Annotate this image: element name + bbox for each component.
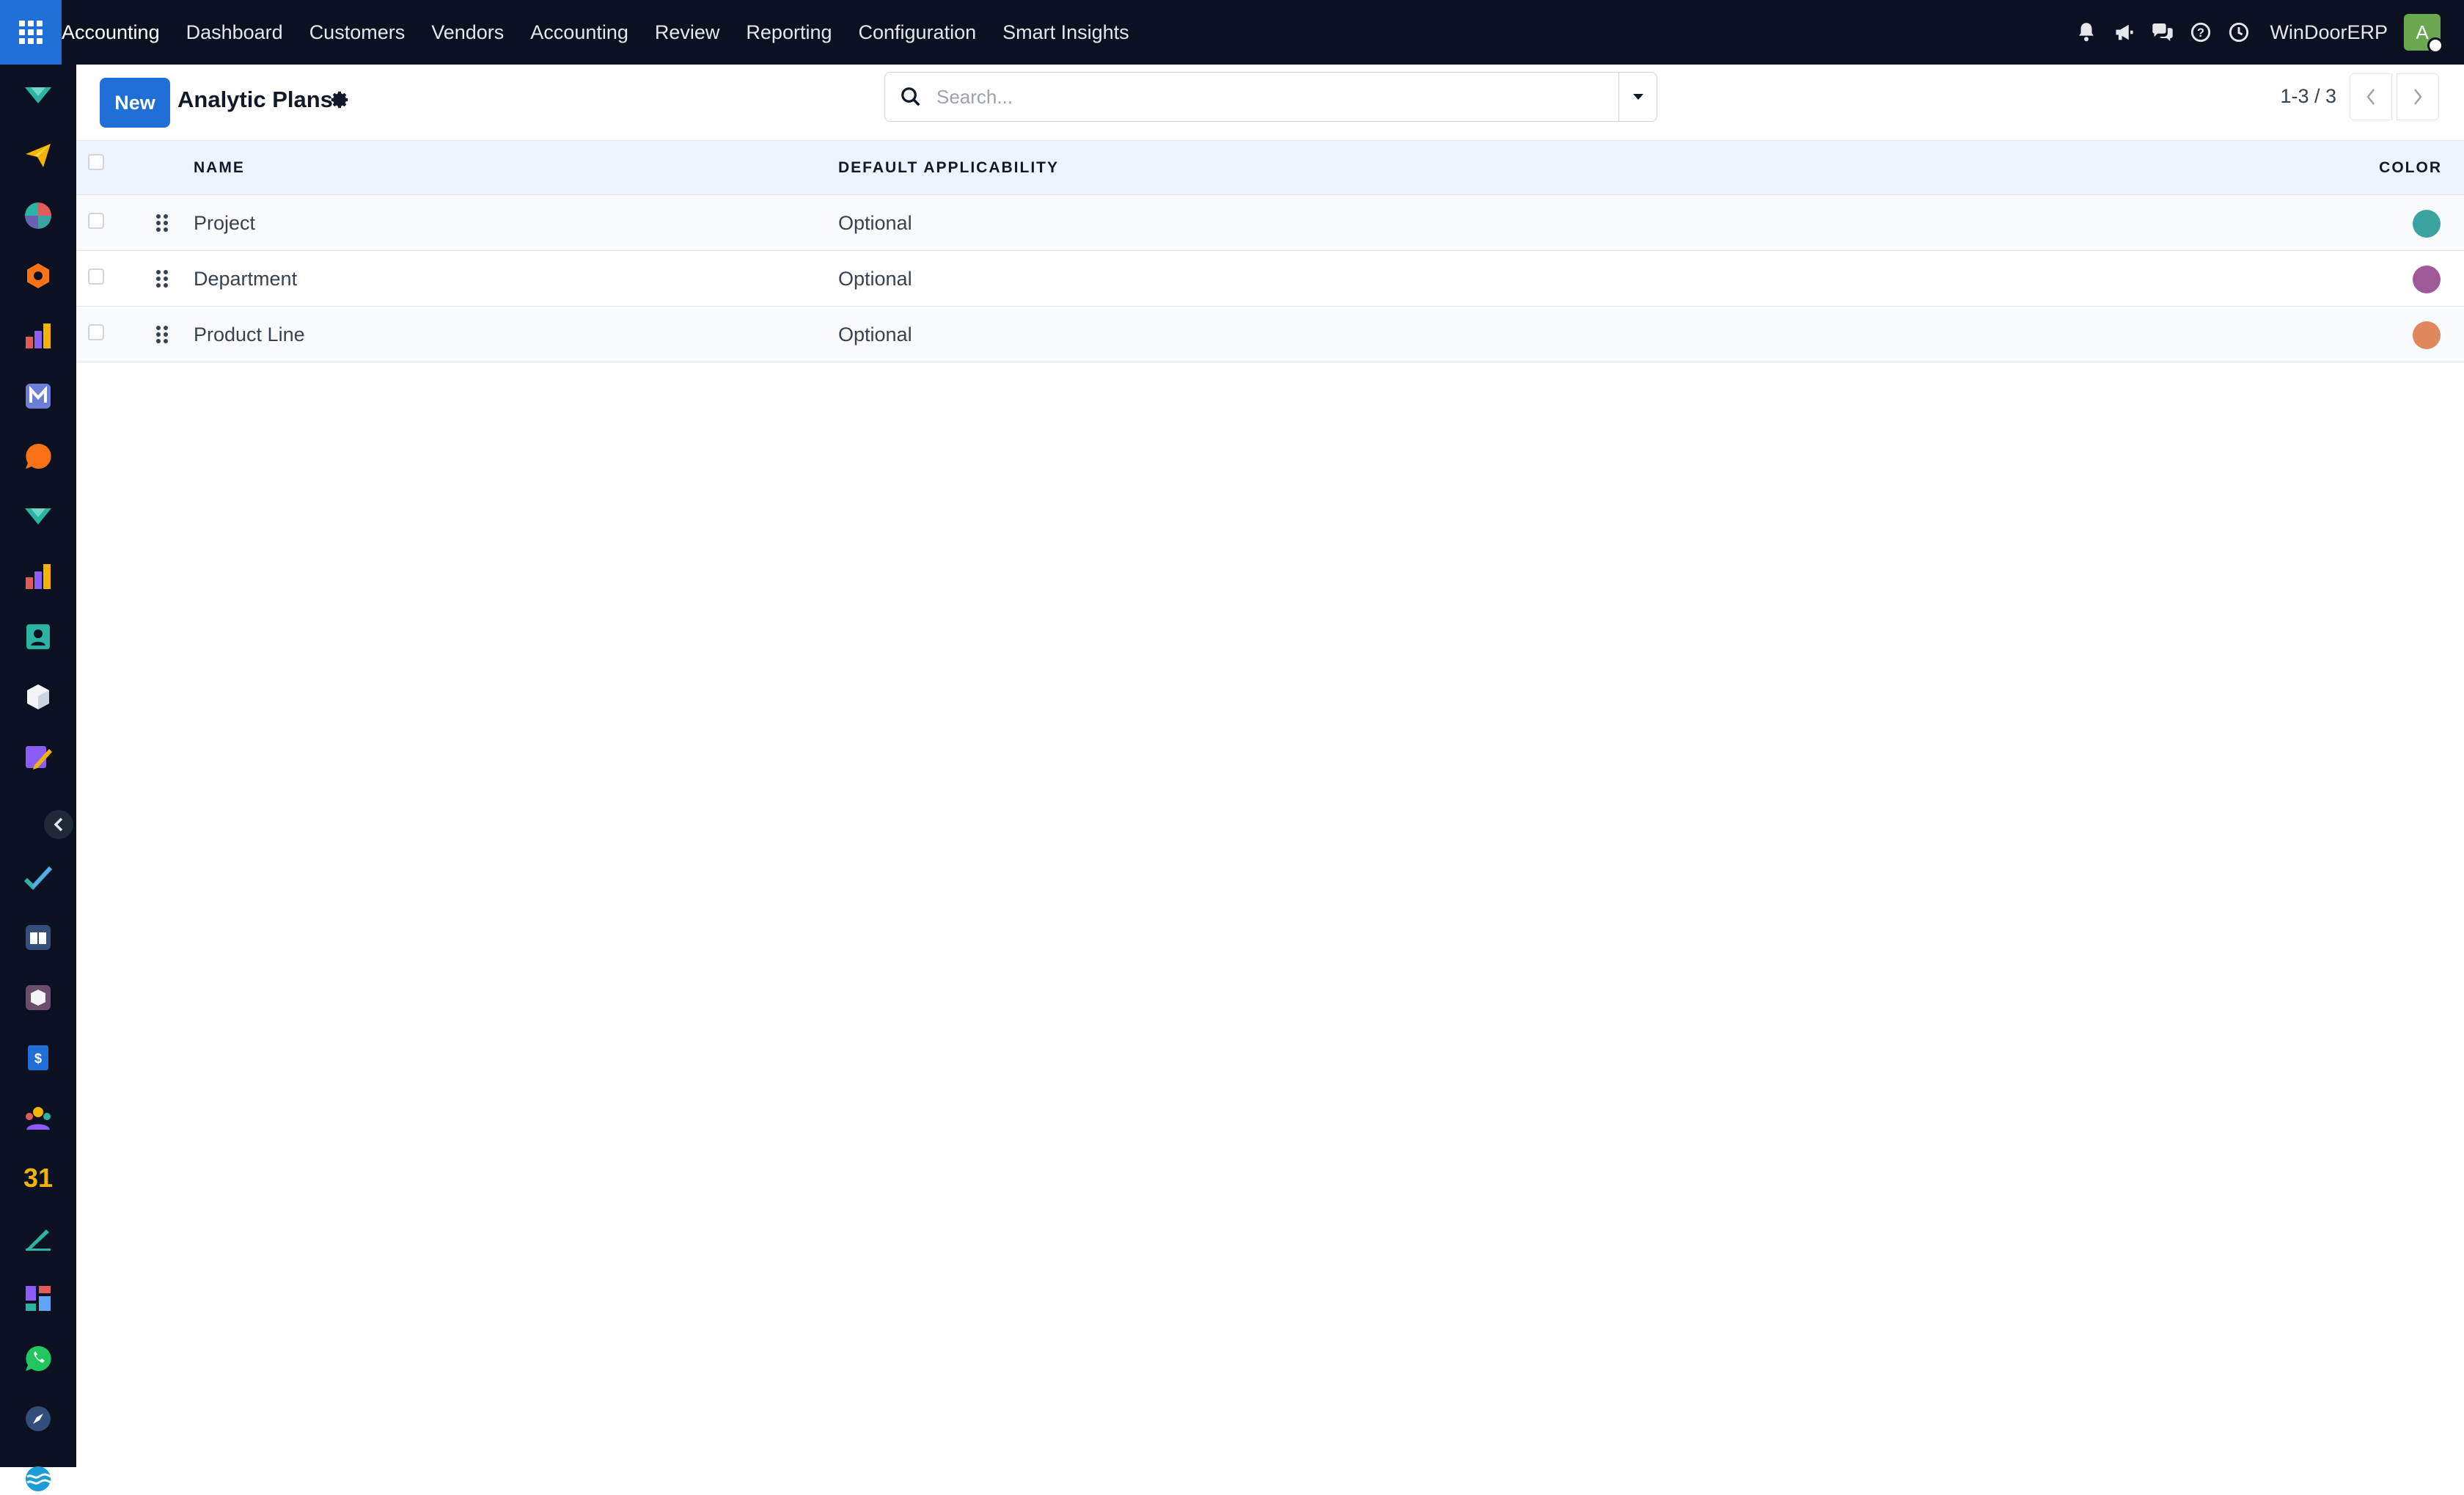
caret-down-icon bbox=[1632, 94, 1643, 100]
search-input[interactable] bbox=[936, 75, 1618, 119]
discuss-icon[interactable] bbox=[22, 500, 54, 533]
chat-icon[interactable] bbox=[2144, 0, 2182, 65]
chart-icon[interactable] bbox=[22, 560, 54, 593]
chevron-left-icon bbox=[54, 817, 63, 832]
row-checkbox[interactable] bbox=[88, 213, 104, 229]
row-checkbox[interactable] bbox=[88, 268, 104, 285]
cell-name: Project bbox=[194, 212, 256, 234]
presence-dot bbox=[2427, 37, 2443, 54]
search-bar bbox=[884, 72, 1657, 122]
whatsapp-icon[interactable] bbox=[22, 1342, 54, 1375]
column-header-applicability[interactable]: DEFAULT APPLICABILITY bbox=[838, 141, 1059, 195]
calendar-day: 31 bbox=[23, 1163, 54, 1193]
check-icon[interactable] bbox=[22, 861, 54, 893]
bell-icon[interactable] bbox=[2067, 0, 2105, 65]
list-table: NAME DEFAULT APPLICABILITY COLOR Project… bbox=[76, 141, 2464, 362]
send-icon[interactable] bbox=[22, 139, 54, 172]
company-switcher[interactable]: WinDoorERP bbox=[2258, 21, 2404, 44]
top-navbar: Accounting Dashboard Customers Vendors A… bbox=[0, 0, 2464, 65]
column-header-color[interactable]: COLOR bbox=[2379, 141, 2442, 195]
cell-applicability: Optional bbox=[838, 324, 912, 346]
search-options-toggle[interactable] bbox=[1618, 73, 1657, 121]
menu-reporting[interactable]: Reporting bbox=[733, 0, 845, 65]
mail-icon[interactable] bbox=[22, 380, 54, 412]
help-icon[interactable]: ? bbox=[2182, 0, 2220, 65]
menu-dashboard[interactable]: Dashboard bbox=[173, 0, 296, 65]
cell-applicability: Optional bbox=[838, 268, 912, 290]
cell-applicability: Optional bbox=[838, 212, 912, 234]
box-icon[interactable] bbox=[22, 982, 54, 1014]
gear-icon[interactable] bbox=[329, 89, 351, 111]
pencil-icon[interactable] bbox=[22, 741, 54, 773]
pager-value[interactable]: 1-3 / 3 bbox=[2280, 85, 2336, 108]
clock-icon[interactable] bbox=[2220, 0, 2258, 65]
table-row[interactable]: Product Line Optional bbox=[76, 307, 2464, 362]
cube-icon[interactable] bbox=[22, 681, 54, 713]
avatar-letter: A bbox=[2416, 21, 2429, 43]
team-icon[interactable] bbox=[22, 1102, 54, 1134]
color-swatch[interactable] bbox=[2413, 321, 2441, 349]
row-checkbox[interactable] bbox=[88, 324, 104, 340]
chevron-right-icon bbox=[2414, 89, 2422, 105]
user-avatar[interactable]: A bbox=[2404, 14, 2443, 54]
dashboard-icon[interactable] bbox=[22, 1282, 54, 1315]
chevron-left-icon bbox=[2366, 89, 2375, 105]
menu-customers[interactable]: Customers bbox=[296, 0, 419, 65]
menu-configuration[interactable]: Configuration bbox=[846, 0, 990, 65]
collapse-sidebar-button[interactable] bbox=[44, 810, 73, 839]
pager-previous-button[interactable] bbox=[2350, 73, 2392, 120]
app-sidebar: $ 31 bbox=[0, 65, 76, 1491]
sign-icon[interactable] bbox=[22, 1222, 54, 1254]
svg-text:?: ? bbox=[2197, 26, 2204, 40]
column-header-name[interactable]: NAME bbox=[194, 141, 245, 195]
hex-icon[interactable] bbox=[22, 260, 54, 292]
book-icon[interactable] bbox=[22, 921, 54, 954]
menu-vendors[interactable]: Vendors bbox=[418, 0, 517, 65]
contacts-icon[interactable] bbox=[22, 621, 54, 653]
control-panel: New Analytic Plans 1-3 / 3 bbox=[76, 65, 2464, 141]
table-row[interactable]: Department Optional bbox=[76, 251, 2464, 307]
menu-smart-insights[interactable]: Smart Insights bbox=[989, 0, 1143, 65]
app-name[interactable]: Accounting bbox=[62, 0, 173, 65]
svg-text:$: $ bbox=[34, 1051, 42, 1066]
wave-icon[interactable] bbox=[22, 1463, 54, 1495]
bubble-icon[interactable] bbox=[22, 440, 54, 472]
select-all-checkbox[interactable] bbox=[88, 154, 104, 170]
pager-next-button[interactable] bbox=[2397, 73, 2439, 120]
invoice-icon[interactable]: $ bbox=[22, 1042, 54, 1074]
cell-name: Product Line bbox=[194, 324, 305, 346]
compass-icon[interactable] bbox=[22, 1403, 54, 1435]
systray: ? WinDoorERP A bbox=[2067, 0, 2464, 65]
new-button[interactable]: New bbox=[100, 78, 170, 128]
app-switcher-button[interactable] bbox=[0, 0, 62, 65]
page-title[interactable]: Analytic Plans bbox=[177, 87, 333, 113]
drag-handle-icon[interactable] bbox=[153, 213, 172, 233]
cell-name: Department bbox=[194, 268, 298, 290]
table-header: NAME DEFAULT APPLICABILITY COLOR bbox=[76, 141, 2464, 195]
megaphone-icon[interactable] bbox=[2105, 0, 2144, 65]
drag-handle-icon[interactable] bbox=[153, 268, 172, 289]
color-swatch[interactable] bbox=[2413, 210, 2441, 238]
table-row[interactable]: Project Optional bbox=[76, 195, 2464, 251]
calendar-icon[interactable]: 31 bbox=[22, 1162, 54, 1194]
grid-icon bbox=[19, 21, 43, 44]
menu-review[interactable]: Review bbox=[642, 0, 733, 65]
pie-icon[interactable] bbox=[22, 200, 54, 232]
main-menu: Accounting Dashboard Customers Vendors A… bbox=[62, 0, 1143, 65]
color-swatch[interactable] bbox=[2413, 266, 2441, 293]
search-icon[interactable] bbox=[885, 73, 936, 121]
menu-accounting[interactable]: Accounting bbox=[517, 0, 642, 65]
discuss-icon[interactable] bbox=[22, 79, 54, 112]
chart-icon[interactable] bbox=[22, 320, 54, 352]
drag-handle-icon[interactable] bbox=[153, 324, 172, 345]
